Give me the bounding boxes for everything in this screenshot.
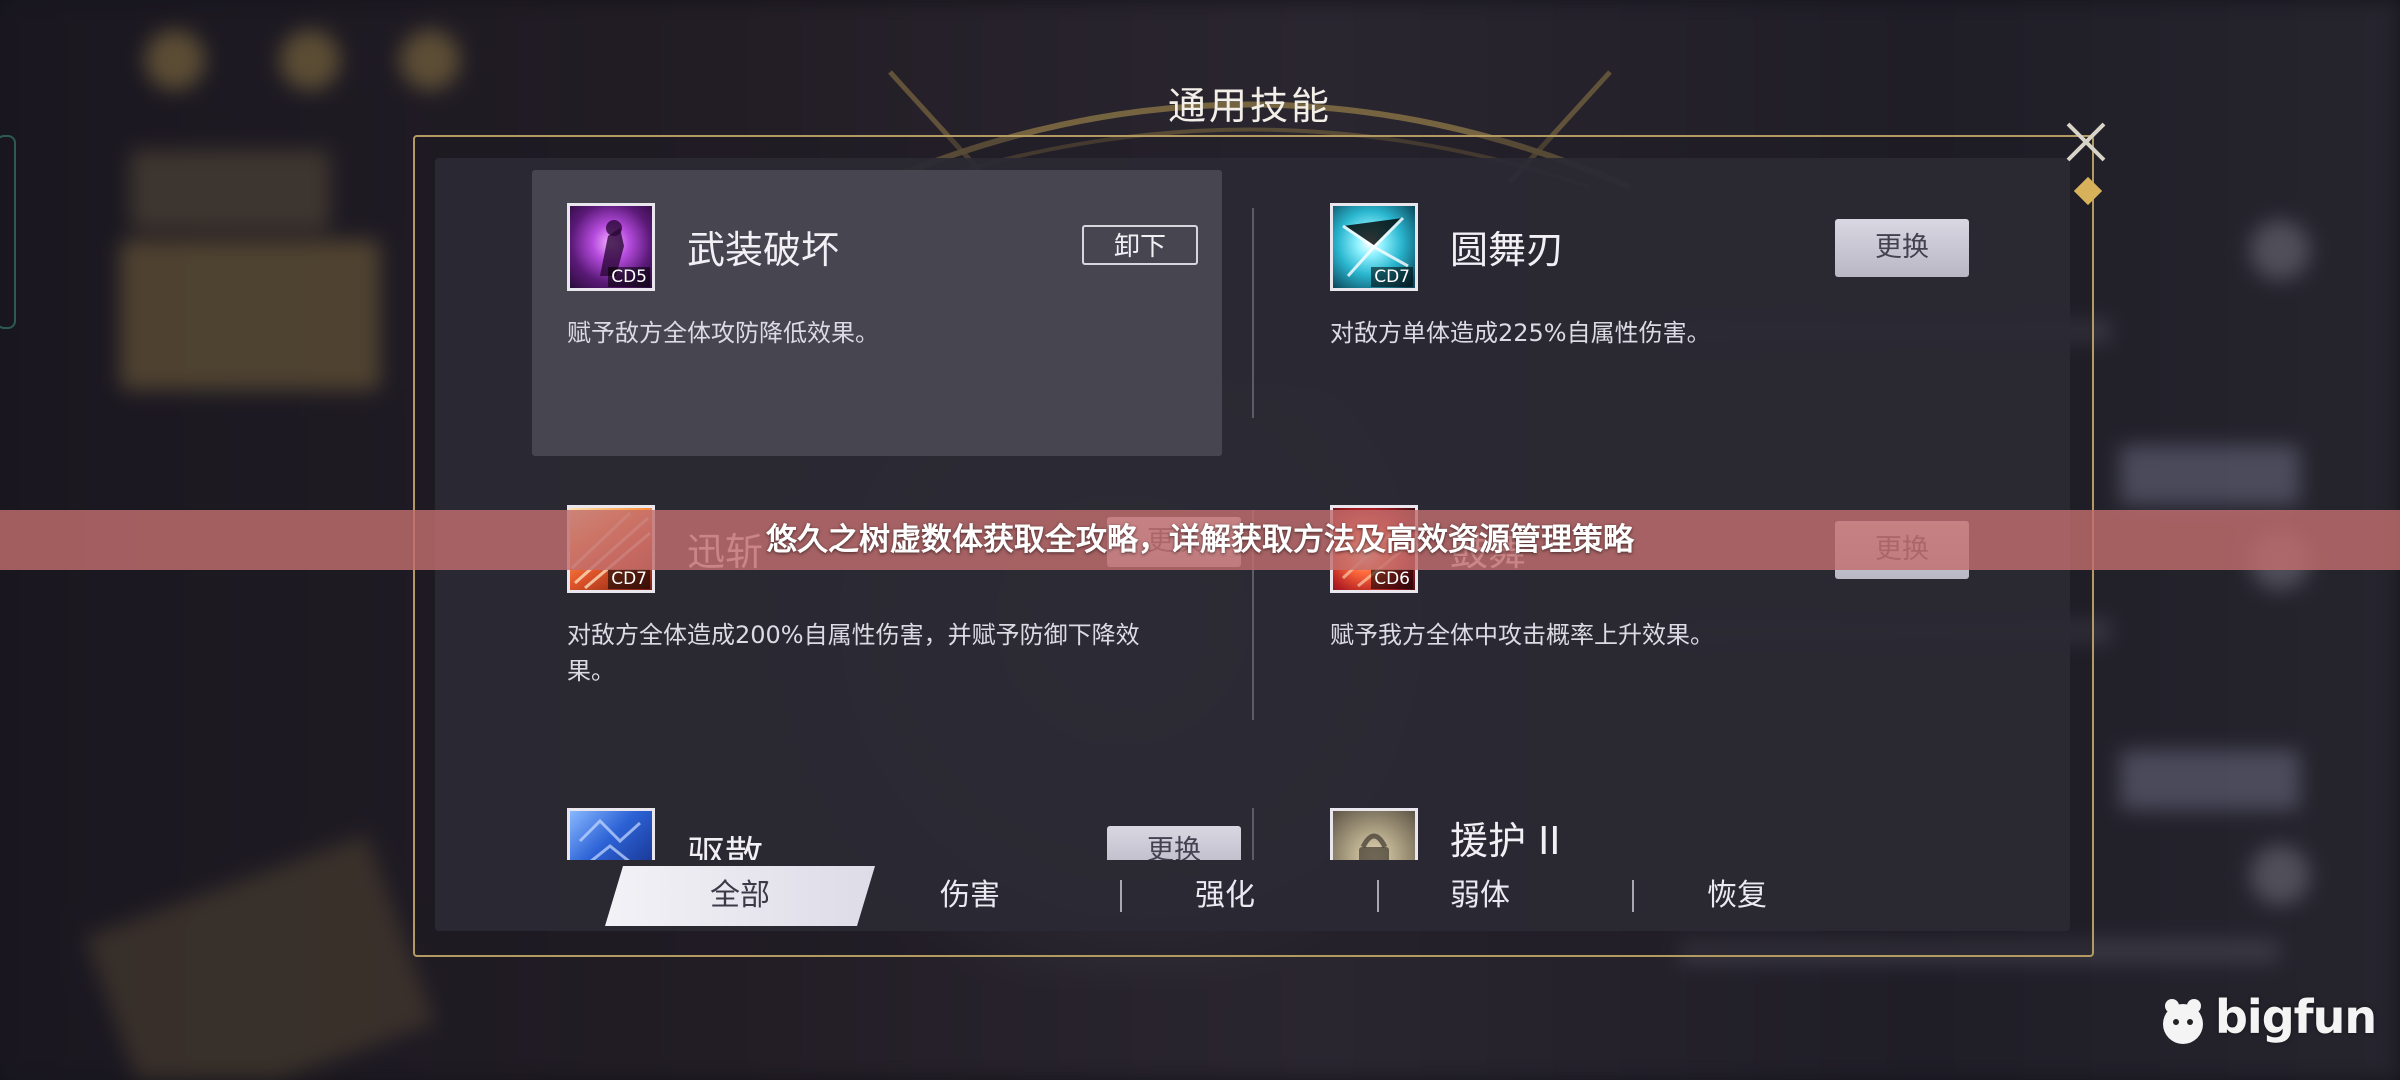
support-icon <box>1330 808 1418 860</box>
tab-buff[interactable]: 强化 <box>1160 866 1290 926</box>
bigfun-logo-icon <box>2163 999 2203 1044</box>
skill-name: 武装破坏 <box>687 228 840 272</box>
skill-name: 驱散 <box>687 833 764 860</box>
skill-description: 赋予我方全体中攻击概率上升效果。 <box>1330 621 1714 649</box>
dispel-icon <box>567 808 655 860</box>
tab-separator <box>1377 880 1379 912</box>
filter-tabs: 全部 伤害 强化 弱体 恢复 <box>605 866 1825 926</box>
tab-separator <box>1120 880 1122 912</box>
watermark-text: bigfun <box>2215 990 2377 1044</box>
armor-break-icon: CD5 <box>567 203 655 291</box>
tab-debuff[interactable]: 弱体 <box>1415 866 1545 926</box>
cooldown-label: CD7 <box>1371 267 1413 287</box>
left-edge-tab <box>0 135 16 329</box>
column-divider <box>1252 808 1254 860</box>
skill-name: 圆舞刃 <box>1450 228 1565 272</box>
skill-description: 对敌方单体造成225%自属性伤害。 <box>1330 319 1711 347</box>
dialog-title: 通用技能 <box>1167 84 1332 128</box>
swap-button[interactable]: 更换 <box>1835 219 1969 277</box>
round-blade-icon: CD7 <box>1330 203 1418 291</box>
column-divider <box>1252 208 1254 418</box>
cooldown-label: CD5 <box>608 267 650 287</box>
cooldown-label: CD6 <box>1371 569 1413 589</box>
skill-name: 援护 II <box>1450 819 1561 860</box>
skill-list: CD5 武装破坏 卸下 赋予敌方全体攻防降低效果。 CD7 圆舞刃 更换 对敌方… <box>435 158 2070 860</box>
skill-item[interactable]: CD7 圆舞刃 更换 对敌方单体造成225%自属性伤害。 <box>1330 203 1970 403</box>
swap-button[interactable]: 更换 <box>1107 826 1241 860</box>
tab-damage[interactable]: 伤害 <box>905 866 1035 926</box>
skill-item[interactable]: 驱散 更换 <box>567 808 1241 860</box>
skill-description: 对敌方全体造成200%自属性伤害，并赋予防御下降效果。 <box>567 621 1140 685</box>
skill-item[interactable]: CD5 武装破坏 卸下 赋予敌方全体攻防降低效果。 <box>567 203 1207 403</box>
tab-heal[interactable]: 恢复 <box>1672 866 1802 926</box>
skill-item[interactable]: 援护 II <box>1330 808 1970 860</box>
tab-separator <box>1632 880 1634 912</box>
tab-all[interactable]: 全部 <box>605 866 875 926</box>
bigfun-watermark: bigfun <box>2155 990 2377 1050</box>
title-banner: 悠久之树虚数体获取全攻略，详解获取方法及高效资源管理策略 <box>0 510 2400 570</box>
unequip-button[interactable]: 卸下 <box>1082 225 1198 265</box>
skill-description: 赋予敌方全体攻防降低效果。 <box>567 319 879 347</box>
banner-text: 悠久之树虚数体获取全攻略，详解获取方法及高效资源管理策略 <box>766 522 1634 558</box>
cooldown-label: CD7 <box>608 569 650 589</box>
